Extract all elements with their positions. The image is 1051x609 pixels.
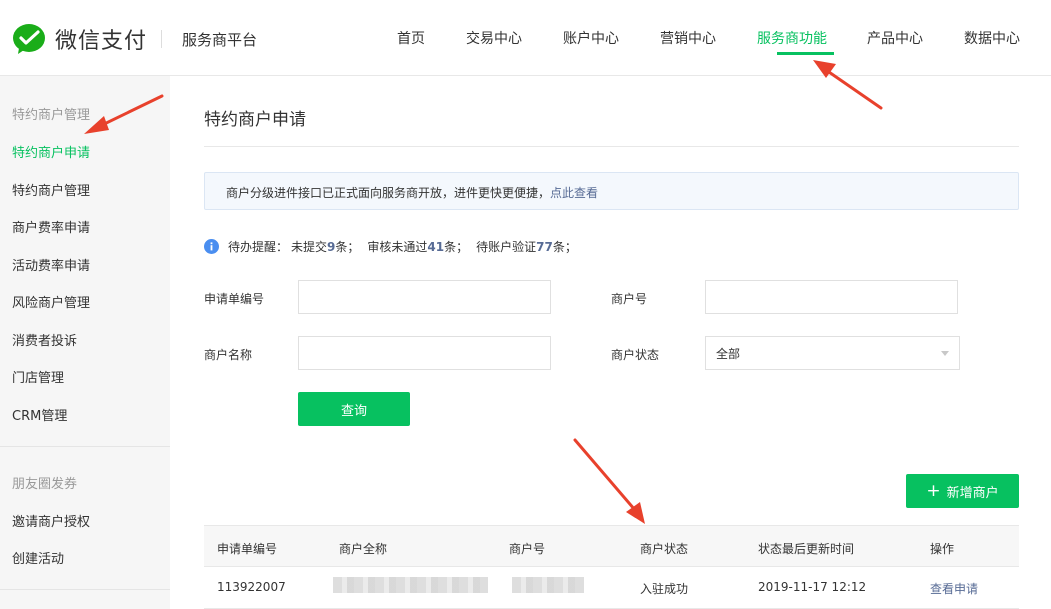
nav-transactions[interactable]: 交易中心 — [466, 28, 522, 48]
merchant-id-input[interactable] — [705, 280, 958, 314]
query-button[interactable]: 查询 — [298, 392, 410, 426]
sidebar-item-fee-application[interactable]: 商户费率申请 — [12, 217, 90, 236]
sidebar-divider — [0, 446, 170, 447]
todo-unit: 条； — [335, 240, 360, 254]
column-header: 申请单编号 — [217, 542, 278, 556]
annotation-arrow-status — [573, 438, 645, 524]
todo-prefix: 待办提醒： — [228, 240, 289, 254]
nav-account[interactable]: 账户中心 — [563, 28, 619, 48]
notice-text: 商户分级进件接口已正式面向服务商开放，进件更快更便捷，点此查看 — [226, 184, 598, 201]
cell-status: 入驻成功 — [640, 582, 689, 596]
title-divider — [204, 146, 1019, 147]
sidebar-item-activity-fee[interactable]: 活动费率申请 — [12, 255, 90, 274]
column-header: 商户状态 — [640, 542, 689, 556]
sidebar-item-complaints[interactable]: 消费者投诉 — [12, 330, 77, 349]
todo-rejected-count[interactable]: 41 — [427, 240, 444, 254]
sidebar-item-create-activity[interactable]: 创建活动 — [12, 548, 64, 567]
redacted-merchant-id — [512, 577, 584, 593]
application-no-label: 申请单编号 — [204, 292, 265, 306]
notice-message: 商户分级进件接口已正式面向服务商开放，进件更快更便捷， — [226, 186, 551, 200]
sidebar-item-invite-authorization[interactable]: 邀请商户授权 — [12, 511, 90, 530]
add-merchant-label: 新增商户 — [946, 485, 999, 501]
sidebar-item-merchant-application[interactable]: 特约商户申请 — [12, 142, 90, 161]
todo-verify-count[interactable]: 77 — [536, 240, 553, 254]
todo-unsubmitted-label: 未提交 — [291, 240, 328, 254]
todo-reminder: 待办提醒： 未提交 9 条； 审核未通过 41 条； 待账户验证 77 条； — [204, 238, 577, 255]
sidebar-divider — [0, 589, 170, 590]
nav-marketing[interactable]: 营销中心 — [660, 28, 716, 48]
column-header: 商户号 — [509, 542, 546, 556]
sidebar: 特约商户管理 特约商户申请 特约商户管理 商户费率申请 活动费率申请 风险商户管… — [0, 76, 170, 609]
nav-service-provider[interactable]: 服务商功能 — [757, 28, 827, 48]
cell-application-no: 113922007 — [217, 580, 286, 594]
nav-home[interactable]: 首页 — [397, 28, 425, 48]
sidebar-group-title: 特约商户管理 — [12, 108, 91, 123]
sidebar-item-crm[interactable]: CRM管理 — [12, 405, 67, 424]
chevron-down-icon — [941, 350, 949, 356]
table-header: 申请单编号 商户全称 商户号 商户状态 状态最后更新时间 操作 — [204, 525, 1019, 567]
top-header: 微信支付 服务商平台 首页 交易中心 账户中心 营销中心 服务商功能 产品中心 … — [0, 0, 1051, 76]
todo-unit: 条； — [444, 240, 469, 254]
main-nav: 首页 交易中心 账户中心 营销中心 服务商功能 产品中心 数据中心 — [0, 0, 1051, 76]
column-header: 操作 — [930, 542, 955, 556]
merchant-name-label: 商户名称 — [204, 348, 253, 362]
cell-updated-at: 2019-11-17 12:12 — [758, 580, 867, 594]
merchant-name-input[interactable] — [298, 336, 551, 370]
column-header: 商户全称 — [339, 542, 388, 556]
notice-banner: 商户分级进件接口已正式面向服务商开放，进件更快更便捷，点此查看 — [204, 172, 1019, 210]
add-merchant-button[interactable]: + 新增商户 — [906, 474, 1019, 508]
application-no-input[interactable] — [298, 280, 551, 314]
plus-icon: + — [926, 480, 941, 501]
todo-unsubmitted-count[interactable]: 9 — [327, 240, 335, 254]
todo-rejected-label: 审核未通过 — [367, 240, 428, 254]
sidebar-group-title: 朋友圈发券 — [12, 477, 78, 492]
page-title: 特约商户申请 — [204, 110, 306, 130]
sidebar-item-stores[interactable]: 门店管理 — [12, 367, 64, 386]
notice-link[interactable]: 点此查看 — [550, 186, 598, 200]
merchant-id-label: 商户号 — [611, 292, 648, 306]
todo-verify-label: 待账户验证 — [476, 240, 537, 254]
nav-products[interactable]: 产品中心 — [867, 28, 923, 48]
merchant-status-value: 全部 — [716, 346, 741, 361]
table-row: 113922007 入驻成功 2019-11-17 12:12 查看申请 — [204, 567, 1019, 609]
todo-unit: 条； — [552, 240, 577, 254]
merchant-status-label: 商户状态 — [611, 348, 660, 362]
nav-data[interactable]: 数据中心 — [964, 28, 1020, 48]
active-nav-underline — [777, 52, 834, 55]
column-header: 状态最后更新时间 — [758, 542, 855, 556]
sidebar-item-risk-merchants[interactable]: 风险商户管理 — [12, 292, 90, 311]
sidebar-item-merchant-management[interactable]: 特约商户管理 — [12, 180, 90, 199]
merchant-status-select[interactable]: 全部 — [705, 336, 960, 370]
redacted-merchant-name — [333, 577, 488, 593]
view-application-link[interactable]: 查看申请 — [930, 580, 978, 597]
info-icon — [204, 239, 219, 254]
